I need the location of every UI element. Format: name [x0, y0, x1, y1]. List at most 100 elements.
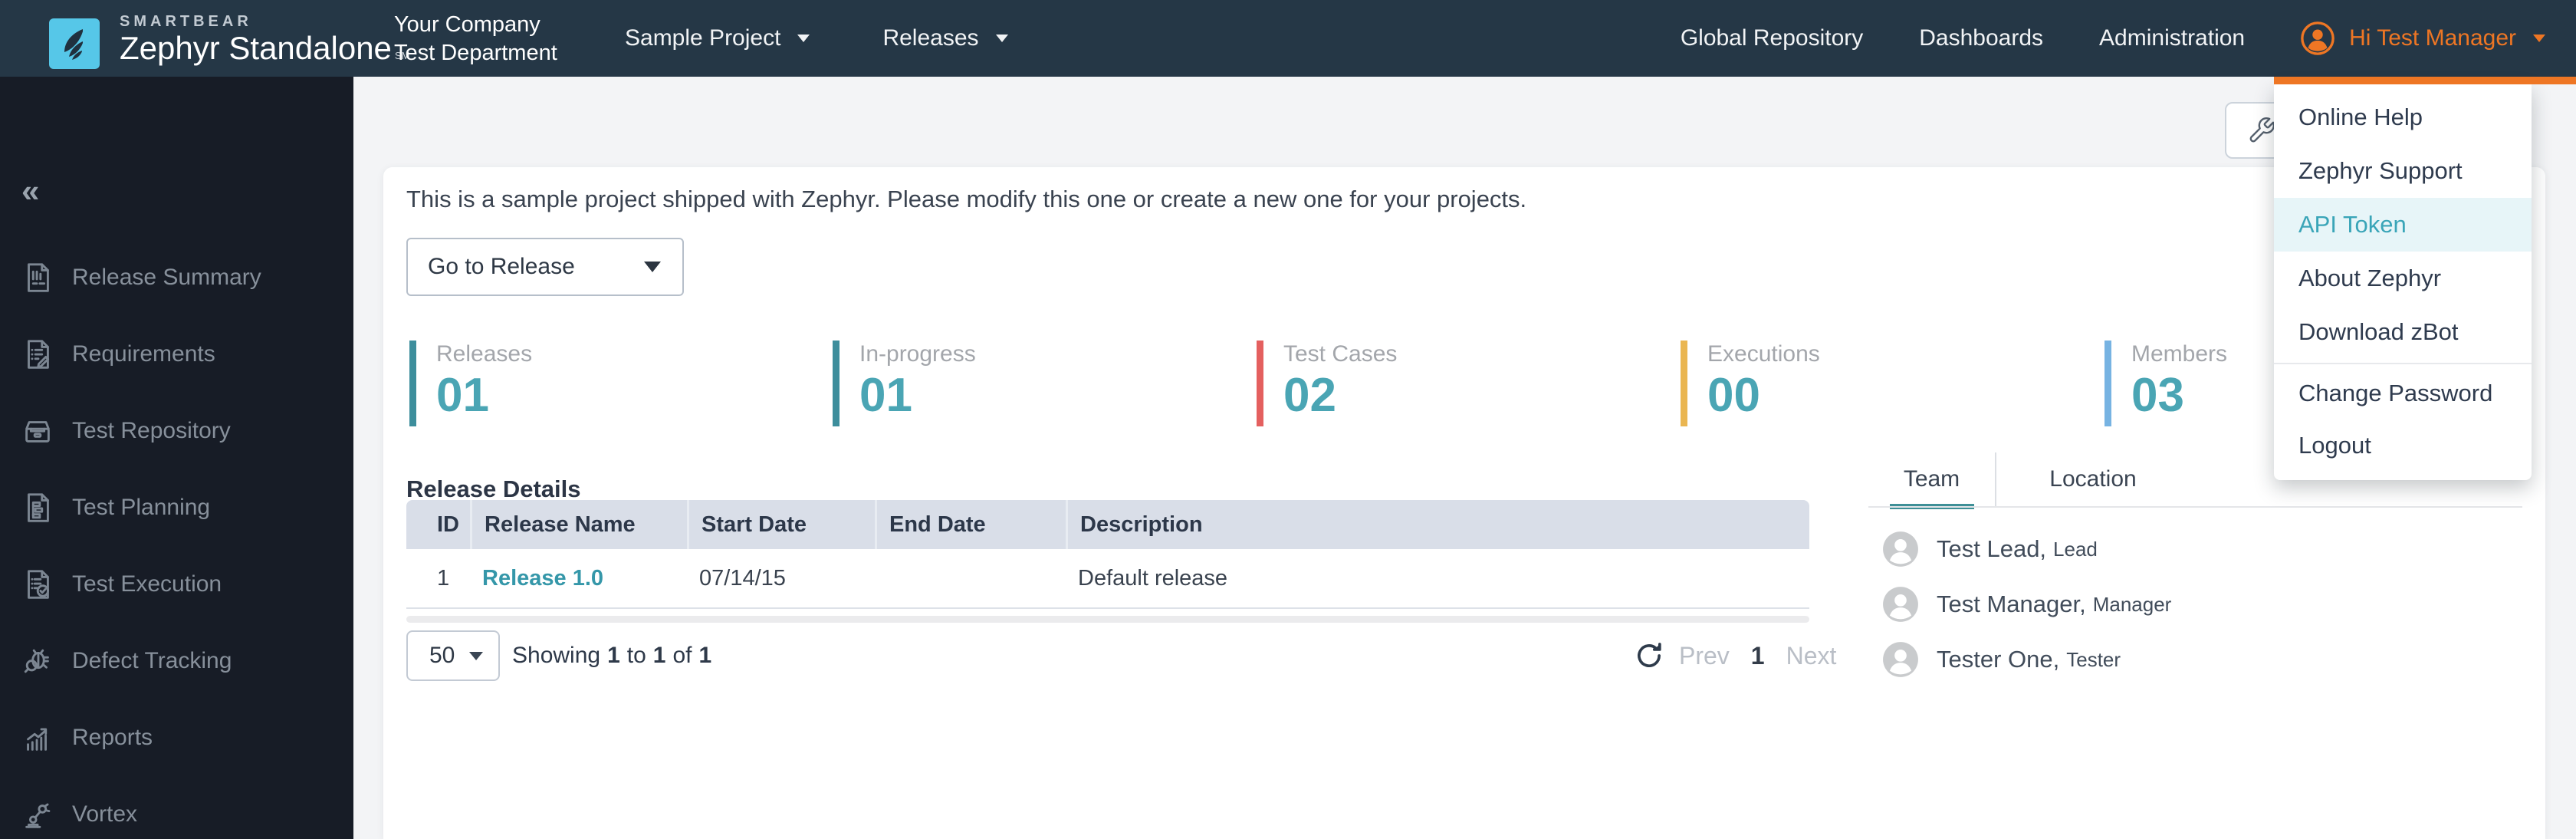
pager: Prev 1 Next	[1633, 630, 1836, 681]
top-nav: SMARTBEAR Zephyr Standalone SM Your Compa…	[0, 0, 2576, 77]
stat-bar	[2104, 341, 2111, 426]
column-header-release-name[interactable]: Release Name	[470, 500, 687, 549]
menu-item-api-token[interactable]: API Token	[2274, 198, 2532, 252]
column-header-description[interactable]: Description	[1066, 500, 1809, 549]
checklist-check-icon	[28, 570, 50, 599]
go-to-release-select[interactable]: Go to Release	[406, 238, 684, 296]
cell-description: Default release	[1078, 565, 1228, 591]
refresh-icon[interactable]	[1633, 640, 1665, 672]
user-avatar-icon	[2301, 21, 2334, 55]
product-name: Zephyr Standalone SM	[120, 30, 410, 66]
sidebar-menu: Release Summary Requirements Test Reposi…	[0, 239, 353, 839]
nav-right: Global Repository Dashboards Administrat…	[1681, 0, 2545, 77]
chevron-down-icon	[644, 262, 661, 272]
member-name: Test Lead,	[1937, 535, 2047, 562]
sidebar-item-requirements[interactable]: Requirements	[0, 316, 353, 393]
menu-item-download-zbot[interactable]: Download zBot	[2274, 305, 2532, 359]
sidebar-item-reports[interactable]: Reports	[0, 699, 353, 776]
chevron-down-icon	[469, 651, 483, 660]
menu-item-about-zephyr[interactable]: About Zephyr	[2274, 252, 2532, 305]
sidebar-item-release-summary[interactable]: Release Summary	[0, 239, 353, 316]
org-info: Your Company Test Department	[394, 11, 557, 67]
user-menu-trigger[interactable]: Hi Test Manager	[2300, 21, 2545, 56]
stat-members: Members 03	[2104, 341, 2227, 426]
stat-bar	[833, 341, 840, 426]
table-header-row: ID Release Name Start Date End Date Desc…	[406, 500, 1809, 549]
wrench-icon	[2249, 117, 2275, 143]
tab-location[interactable]: Location	[1996, 452, 2190, 506]
cell-id: 1	[437, 565, 450, 591]
nav-dashboards[interactable]: Dashboards	[1919, 25, 2043, 51]
column-header-end-date[interactable]: End Date	[875, 500, 1066, 549]
list-item: Test Manager, Manager	[1868, 577, 2522, 632]
member-role: Lead	[2053, 537, 2098, 561]
member-name: Tester One,	[1937, 646, 2060, 673]
member-name: Test Manager,	[1937, 591, 2086, 617]
sidebar-item-defect-tracking[interactable]: Defect Tracking	[0, 623, 353, 699]
list-item: Tester One, Tester	[1868, 632, 2522, 687]
column-header-start-date[interactable]: Start Date	[687, 500, 875, 549]
page-size-select[interactable]: 50	[406, 630, 500, 681]
list-item: Test Lead, Lead	[1868, 521, 2522, 577]
current-page-number[interactable]: 1	[1751, 642, 1765, 670]
sidebar-item-label: Requirements	[72, 341, 215, 367]
smartbear-label: SMARTBEAR	[120, 13, 252, 30]
zephyr-app: SMARTBEAR Zephyr Standalone SM Your Compa…	[0, 0, 2576, 839]
member-avatar	[1883, 531, 1918, 567]
menu-item-zephyr-support[interactable]: Zephyr Support	[2274, 144, 2532, 198]
brand-logo[interactable]: SMARTBEAR Zephyr Standalone SM	[49, 13, 409, 74]
stat-bar	[1681, 341, 1687, 426]
document-plan-icon	[28, 493, 49, 522]
member-avatar	[1883, 642, 1918, 677]
nav-global-repository[interactable]: Global Repository	[1681, 25, 1863, 51]
tab-team[interactable]: Team	[1868, 452, 1995, 509]
chevron-down-icon	[995, 35, 1008, 42]
project-dropdown[interactable]: Sample Project	[625, 25, 810, 51]
main-content-card: This is a sample project shipped with Ze…	[383, 167, 2545, 839]
menu-item-online-help[interactable]: Online Help	[2274, 90, 2532, 144]
member-role: Tester	[2066, 647, 2121, 671]
stat-bar	[1257, 341, 1263, 426]
prev-page-button[interactable]: Prev	[1679, 642, 1730, 670]
release-details-title: Release Details	[406, 475, 581, 502]
nav-administration[interactable]: Administration	[2099, 25, 2245, 51]
chevron-down-icon	[797, 35, 810, 42]
document-chart-icon	[28, 263, 49, 292]
tabs-separator	[1868, 506, 2522, 508]
menu-item-change-password[interactable]: Change Password	[2274, 363, 2532, 419]
stat-value: 02	[1283, 369, 1336, 422]
sidebar-item-test-planning[interactable]: Test Planning	[0, 469, 353, 546]
next-page-button[interactable]: Next	[1786, 642, 1837, 670]
release-details-table: ID Release Name Start Date End Date Desc…	[406, 500, 1809, 609]
stat-releases: Releases 01	[409, 341, 532, 426]
sidebar-collapse-button[interactable]: «	[21, 175, 39, 207]
column-header-id[interactable]: ID	[406, 500, 470, 549]
stat-label: Test Cases	[1283, 341, 1398, 367]
sidebar-item-test-execution[interactable]: Test Execution	[0, 546, 353, 623]
menu-item-logout[interactable]: Logout	[2274, 419, 2532, 472]
stat-label: In-progress	[859, 341, 976, 367]
showing-summary: Showing 1 to 1 of 1	[512, 643, 712, 668]
chevron-down-icon	[2533, 35, 2545, 42]
table-horizontal-scrollbar[interactable]	[406, 616, 1809, 623]
cell-end-date	[875, 549, 1066, 607]
stat-label: Releases	[436, 341, 533, 367]
org-department: Test Department	[394, 41, 557, 65]
stat-bar	[409, 341, 416, 426]
user-greeting: Hi Test Manager	[2349, 25, 2516, 51]
org-company: Your Company	[394, 12, 540, 37]
cell-start-date: 07/14/15	[699, 565, 786, 591]
sample-project-notice: This is a sample project shipped with Ze…	[406, 186, 1527, 212]
release-link[interactable]: Release 1.0	[470, 549, 687, 607]
zephyr-feather-icon	[49, 18, 100, 69]
sidebar-item-label: Test Execution	[72, 571, 222, 597]
document-edit-icon	[28, 340, 50, 369]
sidebar-item-test-repository[interactable]: Test Repository	[0, 393, 353, 469]
sidebar-item-label: Test Planning	[72, 495, 211, 520]
team-member-list: Test Lead, Lead Test Manager, Manager Te…	[1868, 521, 2522, 687]
stat-executions: Executions 00	[1681, 341, 1820, 426]
stat-value: 03	[2131, 369, 2184, 422]
releases-dropdown[interactable]: Releases	[882, 25, 1008, 51]
sidebar-item-vortex[interactable]: Vortex	[0, 776, 353, 839]
archive-box-icon	[25, 421, 50, 443]
